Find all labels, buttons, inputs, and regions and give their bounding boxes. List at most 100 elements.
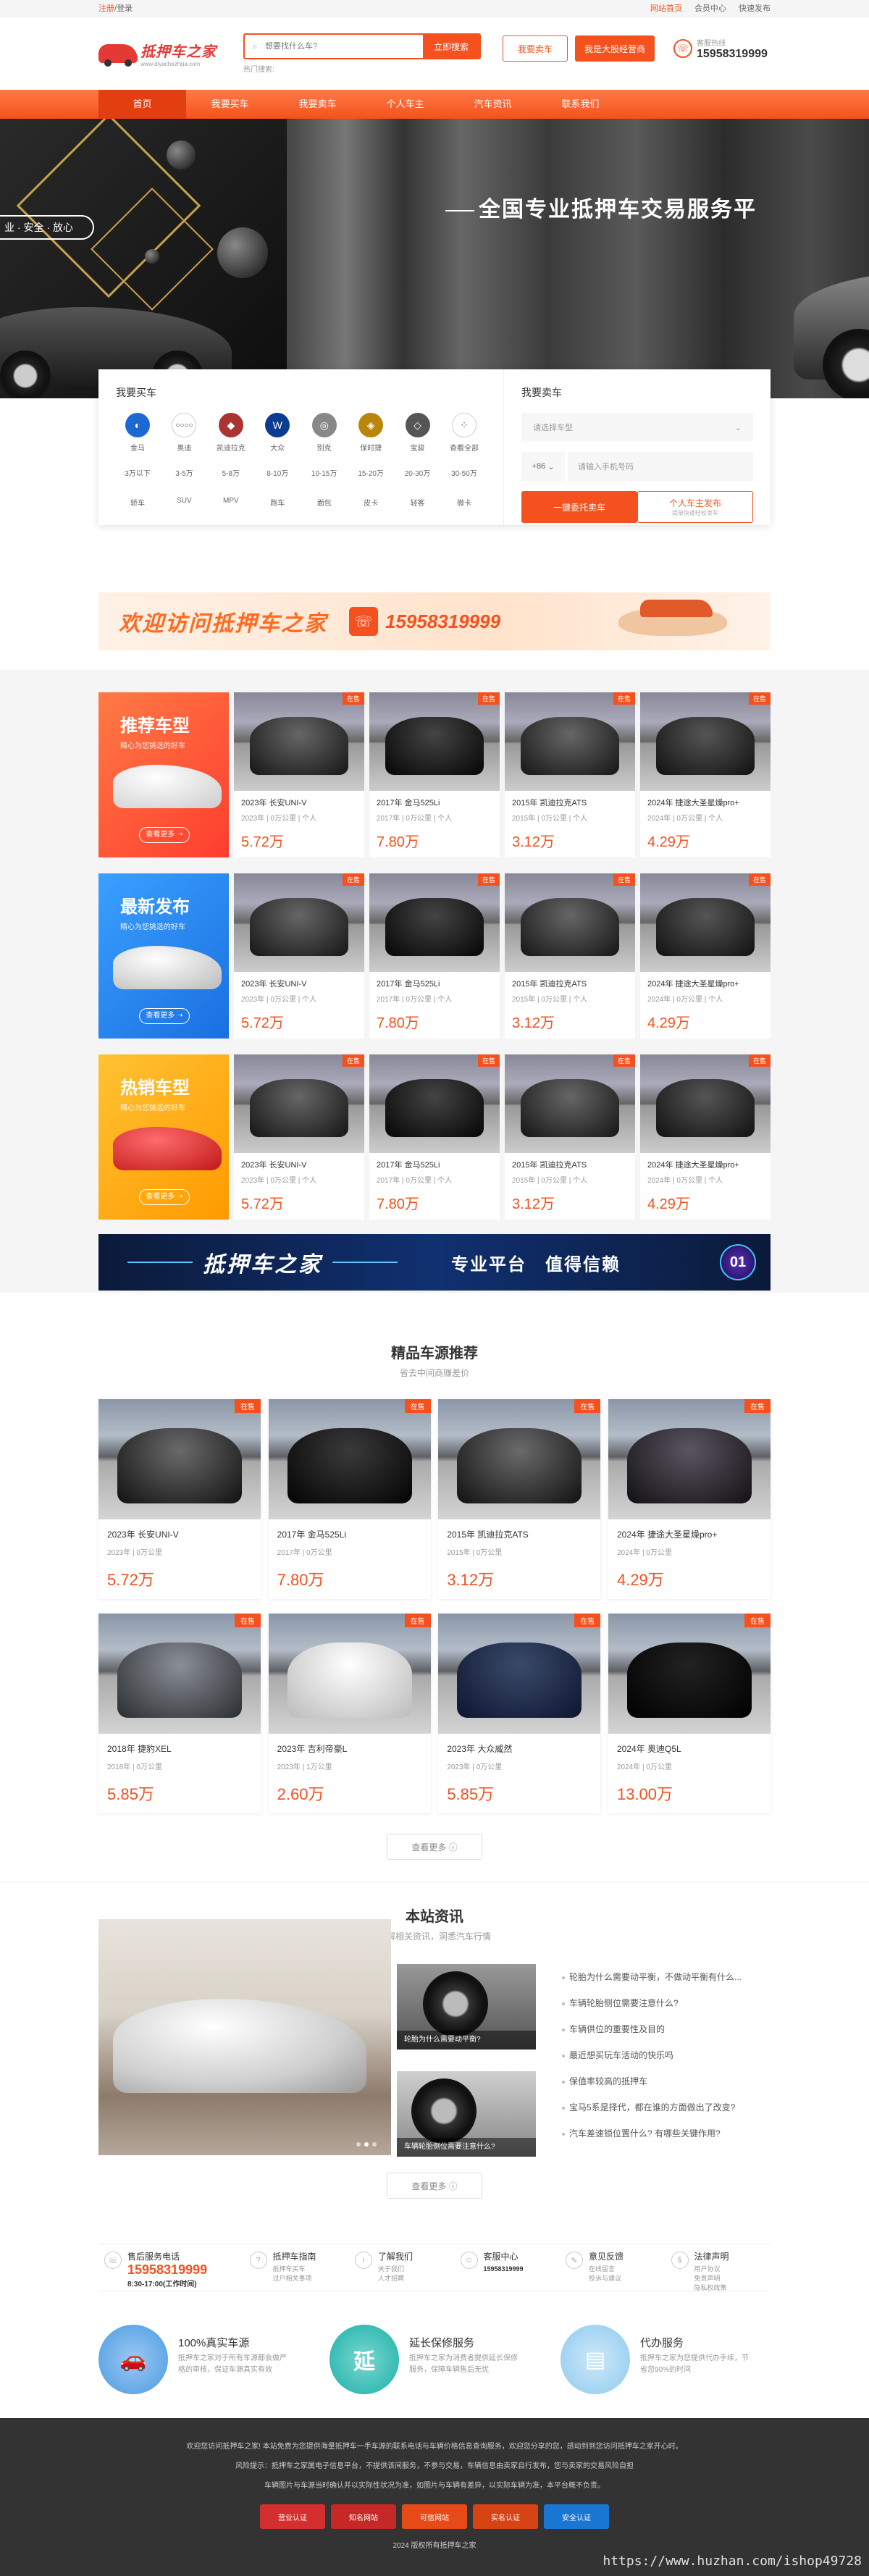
search-button[interactable]: 立即搜索 (423, 35, 479, 58)
top-link-home[interactable]: 网站首页 (650, 4, 682, 13)
news-item[interactable]: 车辆轮胎侧位需要注意什么? (562, 1990, 772, 2016)
car-card[interactable]: 在售 2024年 捷途大圣星燥pro+ 2024年 | 0万公里 4.29万 (608, 1399, 771, 1599)
register-link[interactable]: 注册 (98, 4, 114, 13)
car-card[interactable]: 在售 2015年 凯迪拉克ATS 2015年 | 0万公里 | 个人 3.12万 (505, 1054, 635, 1220)
nav-news[interactable]: 汽车资讯 (449, 90, 537, 119)
platform-ad-banner[interactable]: 抵押车之家 专业平台 值得信赖 01 (98, 1234, 771, 1291)
phone-input[interactable]: 请输入手机号码 (568, 452, 753, 481)
price-filter[interactable]: 3-5万 (162, 467, 206, 478)
news-item[interactable]: 轮胎为什么需要动平衡，不做动平衡有什么... (562, 1964, 772, 1990)
brand-cadillac[interactable]: ◆ 凯迪拉克 (209, 413, 253, 453)
trust-badge[interactable]: 可信网站 (402, 2504, 467, 2529)
car-card[interactable]: 在售 2017年 金马525Li 2017年 | 0万公里 | 个人 7.80万 (369, 873, 500, 1039)
welcome-ad-banner[interactable]: 欢迎访问抵押车之家 ☏ 15958319999 (98, 592, 771, 650)
type-filter[interactable]: 皮卡 (349, 497, 392, 508)
type-filter[interactable]: 跑车 (256, 497, 299, 508)
view-more-cars-button[interactable]: 查看更多 ⓘ (387, 1834, 482, 1860)
car-card[interactable]: 在售 2018年 捷豹XEL 2018年 | 0万公里 5.85万 (98, 1614, 261, 1813)
type-filter[interactable]: 面包 (303, 497, 346, 508)
car-model-select[interactable]: 请选择车型 ⌄ (521, 413, 753, 442)
car-card[interactable]: 在售 2017年 金马525Li 2017年 | 0万公里 7.80万 (268, 1399, 431, 1599)
feature-warranty: 延 延长保修服务 抵押车之家为消费者提供延长保修服务，保障车辆售后无忧 (329, 2325, 540, 2394)
type-filter[interactable]: 微卡 (442, 497, 486, 508)
news-item[interactable]: 宝马5系是择代，都在谁的方面做出了改变? (562, 2094, 772, 2120)
trust-badge[interactable]: 营业认证 (260, 2504, 325, 2529)
nav-buy[interactable]: 我要买车 (186, 90, 274, 119)
nav-contact[interactable]: 联系我们 (537, 90, 624, 119)
car-card[interactable]: 在售 2024年 捷途大圣星燥pro+ 2024年 | 0万公里 | 个人 4.29万 (640, 692, 771, 857)
hero-banner[interactable]: 业 · 安全 · 放心 全国专业抵押车交易服务平 (0, 119, 869, 398)
brand-vw[interactable]: W 大众 (256, 413, 299, 453)
category-card[interactable]: 推荐车型 精心为您挑选的好车 查看更多 ➝ (98, 692, 229, 857)
nav-owner[interactable]: 个人车主 (361, 90, 449, 119)
service-legal[interactable]: § 法律声明 用户协议 免责声明 隐私权政策 (666, 2250, 771, 2291)
site-logo[interactable]: 抵押车之家 www.diyachezhijia.com (98, 38, 220, 70)
news-item[interactable]: 保值率较高的抵押车 (562, 2068, 772, 2094)
service-center[interactable]: ☺ 客服中心 15958319999 (455, 2250, 561, 2291)
price-filter[interactable]: 10-15万 (303, 467, 346, 478)
banner-car-image (794, 271, 869, 398)
service-feedback[interactable]: ✎ 意见反馈 在线留言 投诉与建议 (560, 2250, 666, 2291)
service-about[interactable]: i 了解我们 关于我们 人才招聘 (349, 2250, 455, 2291)
brand-porsche[interactable]: ◈ 保时捷 (349, 413, 392, 453)
category-card[interactable]: 热销车型 精心为您挑选的好车 查看更多 ➝ (98, 1054, 229, 1220)
nav-home[interactable]: 首页 (98, 90, 186, 119)
view-more-link[interactable]: 查看更多 ➝ (139, 827, 190, 843)
brand-bmw[interactable]: ◐ 金马 (116, 413, 159, 453)
owner-publish-button[interactable]: 个人车主发布 简单快速轻松卖车 (637, 491, 753, 523)
car-card[interactable]: 在售 2024年 奥迪Q5L 2024年 | 0万公里 13.00万 (608, 1614, 771, 1813)
news-thumb[interactable]: 车辆轮胎侧位需要注意什么? (397, 2071, 536, 2157)
car-card[interactable]: 在售 2015年 凯迪拉克ATS 2015年 | 0万公里 | 个人 3.12万 (505, 873, 635, 1039)
car-card[interactable]: 在售 2023年 吉利帝豪L 2023年 | 1万公里 2.60万 (268, 1614, 431, 1813)
type-filter[interactable]: SUV (162, 497, 206, 508)
trust-badge[interactable]: 知名网站 (331, 2504, 396, 2529)
price-filter[interactable]: 3万以下 (116, 467, 159, 478)
car-card[interactable]: 在售 2017年 金马525Li 2017年 | 0万公里 | 个人 7.80万 (369, 1054, 500, 1220)
price-filter[interactable]: 8-10万 (256, 467, 299, 478)
sell-car-button[interactable]: 我要卖车 (503, 35, 568, 62)
view-more-link[interactable]: 查看更多 ➝ (139, 1008, 190, 1024)
car-card[interactable]: 在售 2023年 大众威然 2023年 | 0万公里 5.85万 (438, 1614, 601, 1813)
car-card[interactable]: 在售 2015年 凯迪拉克ATS 2015年 | 0万公里 3.12万 (438, 1399, 601, 1599)
brand-buick[interactable]: ◎ 别克 (303, 413, 346, 453)
car-card[interactable]: 在售 2023年 长安UNI-V 2023年 | 0万公里 | 个人 5.72万 (234, 873, 364, 1039)
trust-badge[interactable]: 安全认证 (544, 2504, 609, 2529)
dealer-join-button[interactable]: 我是大股经营商 (575, 35, 655, 62)
car-card[interactable]: 在售 2023年 长安UNI-V 2023年 | 0万公里 | 个人 5.72万 (234, 692, 364, 857)
price-filter[interactable]: 15-20万 (349, 467, 392, 478)
price-filter[interactable]: 20-30万 (396, 467, 440, 478)
price-filter[interactable]: 5-8万 (209, 467, 253, 478)
news-item[interactable]: 汽车差速锁位置什么? 有哪些关键作用? (562, 2120, 772, 2147)
search-input[interactable] (265, 35, 423, 58)
view-more-news-button[interactable]: 查看更多 ⓘ (387, 2173, 482, 2199)
category-card[interactable]: 最新发布 精心为您挑选的好车 查看更多 ➝ (98, 873, 229, 1039)
car-card[interactable]: 在售 2015年 凯迪拉克ATS 2015年 | 0万公里 | 个人 3.12万 (505, 692, 635, 857)
service-guide[interactable]: ? 抵押车指南 抵押车买车 过户相关事项 (244, 2250, 350, 2291)
type-filter[interactable]: 轿车 (116, 497, 159, 508)
top-bar: 注册/登录 网站首页 会员中心 快速发布 (0, 0, 869, 17)
price-filter[interactable]: 30-50万 (442, 467, 486, 478)
top-link-publish[interactable]: 快速发布 (739, 4, 771, 13)
car-card[interactable]: 在售 2024年 捷途大圣星燥pro+ 2024年 | 0万公里 | 个人 4.29万 (640, 873, 771, 1039)
entrust-sell-button[interactable]: 一键委托卖车 (521, 491, 637, 523)
news-thumb[interactable]: 轮胎为什么需要动平衡? (397, 1964, 536, 2050)
view-more-link[interactable]: 查看更多 ➝ (139, 1189, 190, 1205)
top-link-member[interactable]: 会员中心 (694, 4, 726, 13)
country-code-select[interactable]: +86 ⌄ (521, 452, 565, 481)
news-featured-image[interactable] (98, 1919, 391, 2155)
news-item[interactable]: 最近想买玩车活动的快乐吗 (562, 2042, 772, 2068)
trust-badge[interactable]: 实名认证 (473, 2504, 538, 2529)
car-card[interactable]: 在售 2023年 长安UNI-V 2023年 | 0万公里 | 个人 5.72万 (234, 1054, 364, 1220)
type-filter[interactable]: MPV (209, 497, 253, 508)
brand-audi[interactable]: ○○○○ 奥迪 (162, 413, 206, 453)
brand-baojun[interactable]: ◇ 宝骏 (396, 413, 440, 453)
news-item[interactable]: 车辆供位的重要性及目的 (562, 2016, 772, 2042)
feature-real-cars: 🚗 100%真实车源 抵押车之家对于所有车源都会做严格的审核，保证车源真实有效 (98, 2325, 308, 2394)
nav-sell[interactable]: 我要卖车 (274, 90, 361, 119)
brand-all[interactable]: ⁘ 查看全部 (442, 413, 486, 453)
car-card[interactable]: 在售 2023年 长安UNI-V 2023年 | 0万公里 5.72万 (98, 1399, 261, 1599)
type-filter[interactable]: 轻客 (396, 497, 440, 508)
login-link[interactable]: 登录 (117, 4, 133, 13)
car-card[interactable]: 在售 2024年 捷途大圣星燥pro+ 2024年 | 0万公里 | 个人 4.29万 (640, 1054, 771, 1220)
car-card[interactable]: 在售 2017年 金马525Li 2017年 | 0万公里 | 个人 7.80万 (369, 692, 500, 857)
